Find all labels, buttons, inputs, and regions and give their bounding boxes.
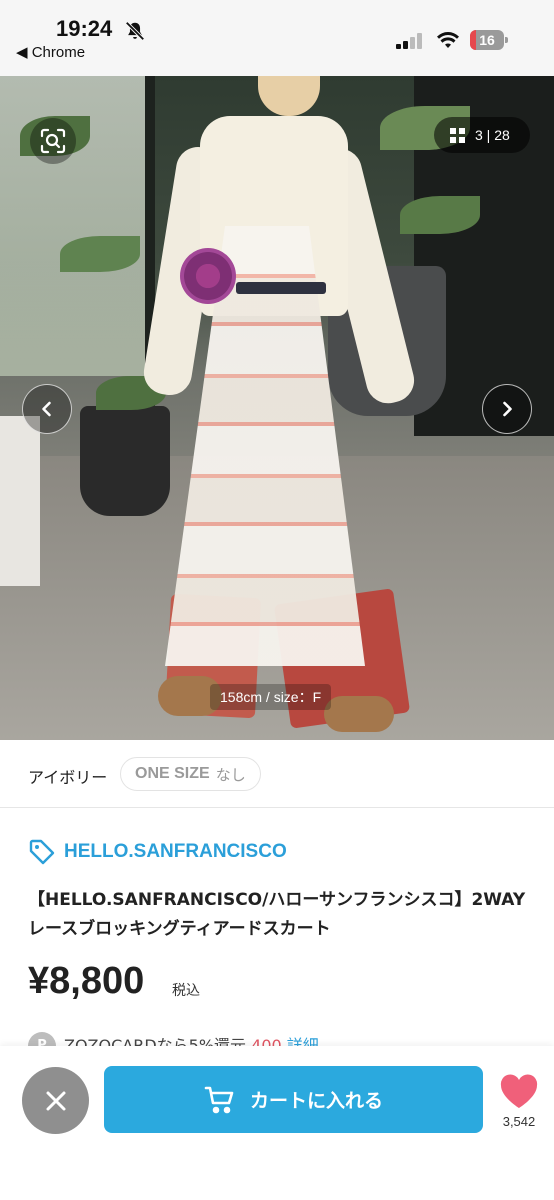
tag-icon xyxy=(29,839,55,865)
chevron-left-icon xyxy=(42,401,51,417)
image-counter: 3 | 28 xyxy=(475,127,510,143)
size-option-chip[interactable]: ONE SIZE なし xyxy=(120,757,261,791)
bell-slash-icon xyxy=(125,21,145,41)
wifi-icon xyxy=(437,32,459,48)
variant-row: アイボリー ONE SIZE なし xyxy=(0,740,554,808)
action-bar: カートに入れる 3,542 xyxy=(0,1046,554,1200)
favorite-count: 3,542 xyxy=(502,1114,536,1129)
next-image-button[interactable] xyxy=(482,384,532,434)
promo-description: ZOZOCARDなら5%還元 xyxy=(64,1036,247,1046)
battery-level: 16 xyxy=(479,32,495,48)
status-bar: 19:24 ◀ Chrome 16 xyxy=(0,0,554,76)
model-size-caption: 158cm / size：F xyxy=(210,684,332,710)
point-icon: P xyxy=(28,1032,56,1046)
favorite-button[interactable]: 3,542 xyxy=(496,1074,542,1134)
add-to-cart-label: カートに入れる xyxy=(249,1090,383,1112)
product-price: ¥8,800 xyxy=(28,960,145,1002)
previous-image-button[interactable] xyxy=(22,384,72,434)
grid-icon xyxy=(450,127,465,143)
promo-text: ZOZOCARDなら5%還元 400 詳細 xyxy=(64,1032,319,1046)
brand-name: HELLO.SANFRANCISCO xyxy=(64,841,287,862)
product-photo[interactable] xyxy=(0,76,554,740)
promo-detail-link[interactable]: 詳細 xyxy=(287,1036,319,1046)
product-title: 【HELLO.SANFRANCISCO/ハローサンフランシスコ】2WAY レース… xyxy=(28,890,526,939)
signal-icon xyxy=(396,33,422,49)
size-name: ONE SIZE xyxy=(135,765,210,782)
close-button[interactable] xyxy=(22,1067,89,1134)
image-search-button[interactable] xyxy=(30,118,76,164)
image-counter-button[interactable]: 3 | 28 xyxy=(434,117,530,153)
cart-icon xyxy=(204,1086,234,1113)
heart-icon xyxy=(500,1074,538,1108)
scan-icon xyxy=(40,128,66,154)
tax-label: 税込 xyxy=(172,983,200,999)
battery-icon: 16 xyxy=(470,30,508,50)
status-time: 19:24 xyxy=(56,16,113,41)
color-name: アイボリー xyxy=(28,768,108,787)
add-to-cart-button[interactable]: カートに入れる xyxy=(104,1066,483,1133)
brand-link[interactable]: HELLO.SANFRANCISCO xyxy=(28,838,287,866)
stock-status: なし xyxy=(215,765,246,784)
chevron-right-icon xyxy=(503,401,512,417)
promo-amount: 400 xyxy=(251,1036,282,1046)
card-promo[interactable]: P ZOZOCARDなら5%還元 400 詳細 xyxy=(28,1032,528,1046)
close-icon xyxy=(46,1091,65,1110)
back-to-chrome-link[interactable]: ◀ Chrome xyxy=(16,43,85,61)
